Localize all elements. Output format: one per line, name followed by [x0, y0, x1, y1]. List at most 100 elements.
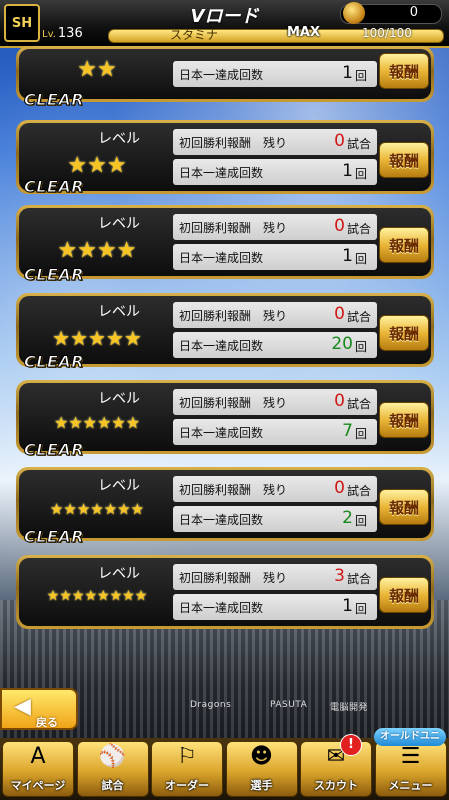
level-label: レベル [98, 566, 140, 582]
clear-label: CLEAR [23, 265, 85, 285]
first-win-reward-row: 初回勝利報酬 残り 0 試合 [173, 129, 377, 155]
star-icon: ★ [67, 153, 88, 178]
japan-championship-label: 日本一達成回数 [179, 426, 264, 440]
difficulty-stars: ★★★★★★ [23, 413, 171, 432]
star-icon: ★ [77, 57, 97, 82]
japan-championship-label: 日本一達成回数 [179, 513, 264, 527]
nav-scout-button[interactable]: ✉ スカウト [300, 741, 372, 797]
first-win-label: 初回勝利報酬 残り [179, 136, 288, 150]
star-icon: ★ [97, 57, 117, 82]
star-icon: ★ [134, 588, 148, 604]
stadium-sign: Dragons [190, 700, 232, 710]
japan-championship-row: 日本一達成回数 20 回 [173, 332, 377, 358]
first-win-remaining: 0 [334, 478, 345, 498]
star-icon: ★ [105, 326, 124, 350]
reward-button[interactable]: 報酬 [379, 402, 429, 438]
japan-championship-count: 1 [342, 161, 353, 181]
first-win-label: 初回勝利報酬 残り [179, 396, 288, 410]
japan-championship-unit: 回 [355, 514, 368, 528]
nav-player-button[interactable]: ☻ 選手 [225, 741, 298, 797]
japan-championship-unit: 回 [355, 340, 368, 354]
japan-championship-count: 1 [342, 63, 353, 83]
japan-championship-label: 日本一達成回数 [179, 166, 264, 180]
nav-label: メニュー [388, 779, 433, 792]
first-win-remaining: 3 [334, 566, 345, 586]
star-icon: ★ [70, 326, 89, 350]
star-icon: ★ [87, 153, 107, 178]
difficulty-stars: ★★★★★★★ [23, 500, 171, 518]
match-icon: ⚾ [98, 744, 127, 769]
first-win-label: 初回勝利報酬 残り [179, 483, 288, 497]
nav-label: オーダー [165, 779, 209, 792]
japan-championship-row: 日本一達成回数 1 回 [173, 61, 377, 87]
level-label: レベル [98, 478, 140, 494]
japan-championship-count: 1 [342, 246, 353, 266]
star-icon: ★ [49, 500, 64, 518]
star-icon: ★ [97, 588, 110, 604]
japan-championship-row: 日本一達成回数 1 回 [173, 244, 377, 270]
level-label: レベル [98, 131, 140, 147]
nav-menu-button[interactable]: ☰ メニュー [374, 741, 447, 797]
star-icon: ★ [103, 500, 118, 518]
coin-icon [343, 2, 365, 24]
level-label: レベル [98, 391, 140, 407]
first-win-unit: 試合 [347, 572, 372, 586]
clear-label: CLEAR [23, 527, 85, 547]
difficulty-stars: ★★★★ [23, 238, 171, 263]
reward-button[interactable]: 報酬 [379, 142, 429, 178]
clear-label: CLEAR [23, 352, 85, 372]
stamina-max-label: MAX [287, 25, 321, 40]
first-win-remaining: 0 [334, 304, 345, 324]
first-win-remaining: 0 [334, 216, 345, 236]
nav-label: 選手 [250, 779, 273, 792]
nav-label: 試合 [101, 779, 124, 792]
level-value: 136 [57, 26, 83, 41]
difficulty-stars: ★★★★★ [23, 326, 171, 350]
stadium-sign: 電脳開発 [330, 703, 369, 713]
card-body: レベル ★★★★★★★★ 初回勝利報酬 残り 3 試合 日本一達成回数 1 回報酬 [19, 558, 431, 626]
star-icon: ★ [82, 413, 97, 432]
reward-button[interactable]: 報酬 [379, 577, 429, 613]
star-icon: ★ [52, 326, 71, 350]
reward-button[interactable]: 報酬 [379, 489, 429, 525]
star-icon: ★ [123, 326, 142, 350]
star-icon: ★ [130, 500, 145, 518]
star-icon: ★ [109, 588, 123, 604]
star-icon: ★ [46, 588, 60, 604]
japan-championship-count: 2 [342, 508, 353, 528]
clear-label: CLEAR [23, 177, 85, 197]
difficulty-stars: ★★ [23, 57, 171, 82]
first-win-reward-row: 初回勝利報酬 残り 0 試合 [173, 214, 377, 240]
first-win-label: 初回勝利報酬 残り [179, 221, 288, 235]
back-arrow-icon: ◀ [14, 694, 31, 719]
star-icon: ★ [111, 413, 126, 432]
japan-championship-unit: 回 [355, 167, 368, 181]
japan-championship-unit: 回 [355, 252, 368, 266]
stamina-label: スタミナ [170, 28, 219, 42]
star-icon: ★ [117, 500, 131, 518]
japan-championship-row: 日本一達成回数 1 回 [173, 594, 377, 620]
star-icon: ★ [63, 500, 77, 518]
scout-notification-badge: ! [340, 734, 362, 756]
japan-championship-label: 日本一達成回数 [179, 251, 264, 265]
nav-order-button[interactable]: ⚐ オーダー [151, 741, 223, 797]
back-button[interactable]: ◀ 戻る [0, 688, 78, 730]
nav-my-page-button[interactable]: A マイページ [2, 741, 74, 797]
first-win-reward-row: 初回勝利報酬 残り 0 試合 [173, 302, 377, 328]
reward-button[interactable]: 報酬 [379, 227, 429, 263]
difficulty-stars: ★★★ [23, 153, 171, 178]
star-icon: ★ [77, 238, 97, 263]
nav-match-button[interactable]: ⚾ 試合 [76, 741, 149, 797]
reward-button[interactable]: 報酬 [379, 53, 429, 89]
star-icon: ★ [84, 588, 97, 604]
first-win-remaining: 0 [334, 391, 345, 411]
stamina-value: 100/100 [362, 26, 412, 40]
japan-championship-unit: 回 [355, 602, 368, 616]
reward-button[interactable]: 報酬 [379, 315, 429, 351]
star-icon: ★ [97, 238, 117, 263]
japan-championship-count: 20 [331, 334, 353, 354]
difficulty-stars: ★★★★★★★★ [23, 588, 171, 604]
back-label: 戻る [36, 716, 58, 729]
level-prefix: Lv. [42, 29, 56, 40]
old-uniform-button[interactable]: オールドユニ [374, 728, 446, 746]
